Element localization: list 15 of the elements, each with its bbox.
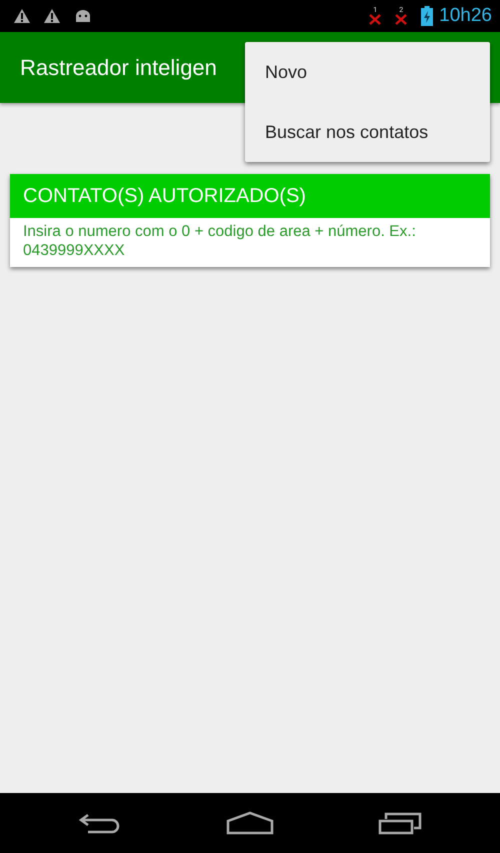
no-signal-icon [395,14,408,25]
recent-apps-icon[interactable] [378,811,422,835]
app-title: Rastreador inteligen [20,54,217,80]
hint-text: Insira o numero com o 0 + codigo de area + número. Ex.: 0439999XXXX [22,222,417,261]
battery-charging-icon [421,6,434,26]
warning-icon [44,9,60,23]
back-icon[interactable] [78,811,122,835]
card-header: CONTATO(S) AUTORIZADO(S) [10,174,490,218]
home-icon[interactable] [226,811,274,835]
no-signal-icon [369,14,382,25]
menu-item[interactable]: Novo [245,42,490,102]
clock: 10h26 [439,5,492,27]
warning-icon [14,9,30,23]
menu-item[interactable]: Buscar nos contatos [245,102,490,162]
android-icon [74,10,92,22]
